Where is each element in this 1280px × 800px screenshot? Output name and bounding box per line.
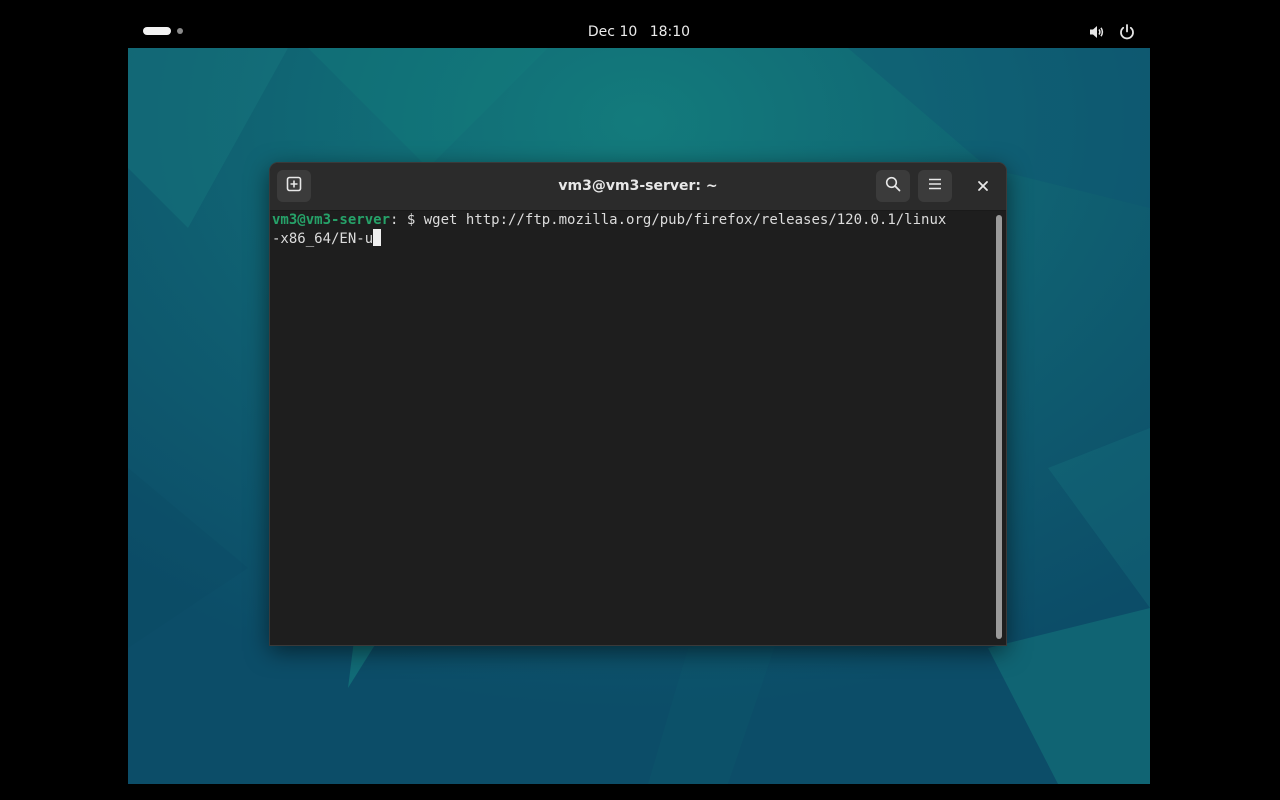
clock-time: 18:10 (649, 24, 691, 40)
terminal-line-2: -x86_64/EN-u (272, 229, 994, 248)
text-cursor (373, 229, 382, 246)
top-bar: Dec 10 18:10 (128, 16, 1150, 48)
workspace-inactive-indicator (177, 28, 183, 34)
date-time-button[interactable]: Dec 10 18:10 (580, 24, 698, 40)
new-tab-icon (286, 176, 302, 196)
terminal-scrollbar[interactable] (996, 215, 1002, 639)
close-button[interactable] (966, 170, 1000, 202)
terminal-line-1: vm3@vm3-server: $ wget http://ftp.mozill… (272, 211, 994, 229)
prompt-path: $ (398, 212, 424, 228)
command-text-2: -x86_64/EN-u (272, 231, 374, 247)
terminal-output[interactable]: vm3@vm3-server: $ wget http://ftp.mozill… (270, 211, 994, 645)
command-text-1: wget http://ftp.mozilla.org/pub/firefox/… (423, 212, 947, 228)
terminal-headerbar[interactable]: vm3@vm3-server: ~ (270, 163, 1006, 211)
activities-button[interactable] (143, 27, 183, 35)
search-icon (885, 176, 901, 196)
main-menu-button[interactable] (918, 170, 952, 202)
terminal-window[interactable]: vm3@vm3-server: ~ vm3@vm3-server: $ wget… (270, 163, 1006, 645)
search-button[interactable] (876, 170, 910, 202)
power-icon (1118, 23, 1136, 41)
screen: Dec 10 18:10 vm3@vm3-server: ~ vm3@vm3-s… (128, 16, 1150, 784)
system-tray[interactable] (1088, 23, 1136, 41)
speaker-icon (1088, 23, 1106, 41)
close-icon (977, 177, 989, 196)
workspace-active-indicator (143, 27, 171, 35)
prompt-user-host: vm3@vm3-server (272, 212, 391, 228)
clock: Dec 10 18:10 (128, 16, 1150, 48)
new-tab-button[interactable] (277, 170, 311, 202)
hamburger-menu-icon (927, 176, 943, 196)
clock-date: Dec 10 (587, 24, 638, 40)
desktop-wallpaper: vm3@vm3-server: ~ vm3@vm3-server: $ wget… (128, 48, 1150, 784)
